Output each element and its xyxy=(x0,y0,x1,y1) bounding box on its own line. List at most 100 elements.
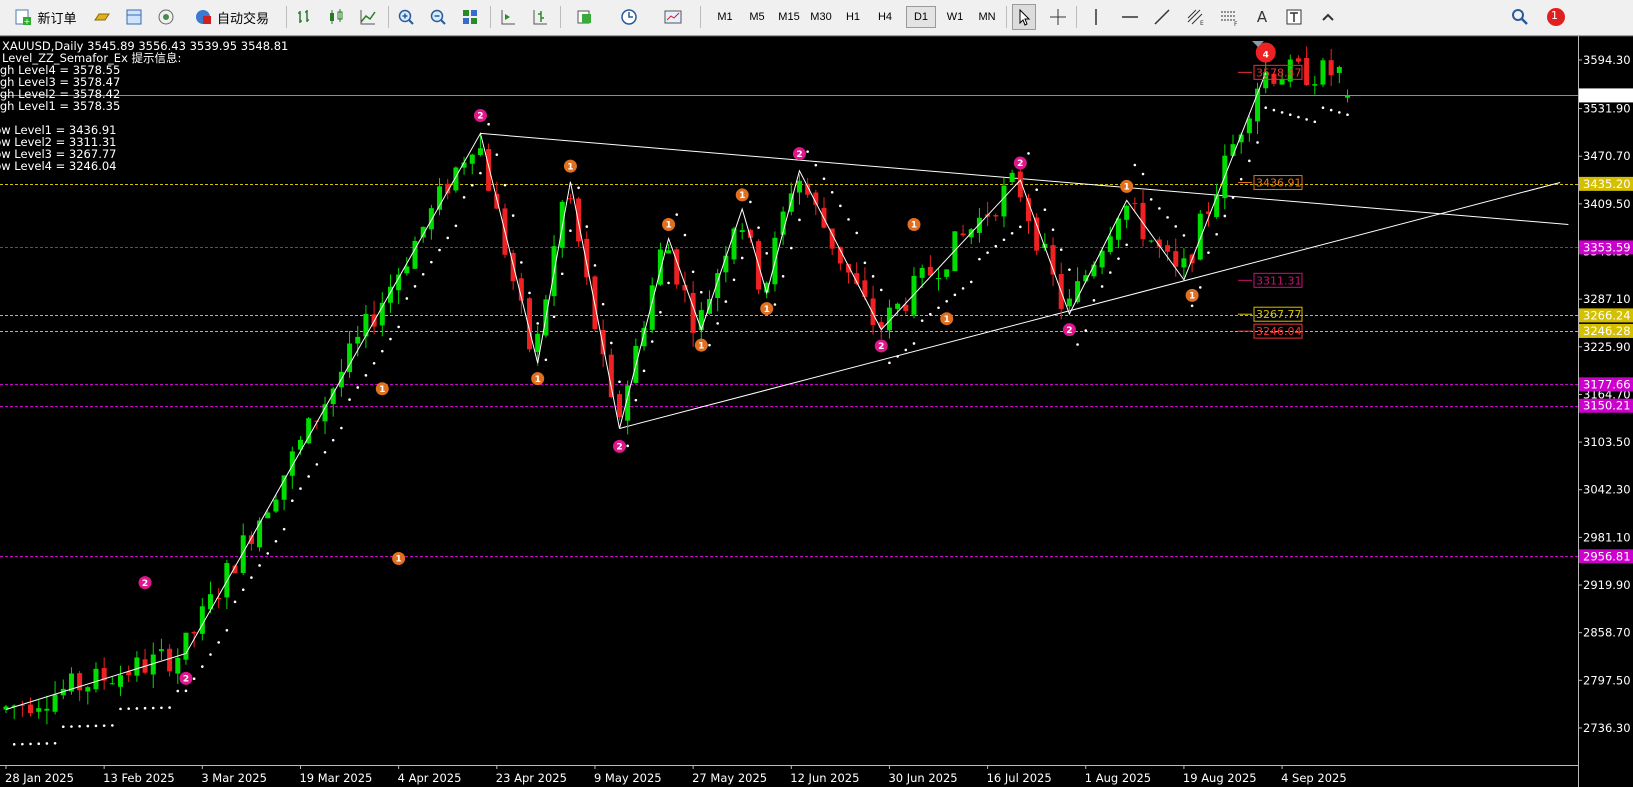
line-chart-icon xyxy=(358,7,378,27)
sar-dot xyxy=(217,641,220,644)
fibonacci-button[interactable]: E xyxy=(1182,4,1208,30)
auto-trade-icon xyxy=(193,7,213,27)
fibonacci-icon: E xyxy=(1185,7,1205,27)
candle-body xyxy=(273,499,279,512)
price-tick-label: 3470.70 xyxy=(1583,149,1631,163)
time-tick-label: 13 Feb 2025 xyxy=(103,771,175,785)
time-tick-label: 19 Mar 2025 xyxy=(299,771,372,785)
sar-dot xyxy=(421,272,425,276)
new-order-button[interactable]: + 新订单 xyxy=(8,4,82,30)
arrows-button[interactable] xyxy=(1314,4,1348,30)
chart-shift-button[interactable] xyxy=(528,4,552,30)
candle-body xyxy=(1214,195,1220,217)
vertical-line-button[interactable] xyxy=(1084,4,1108,30)
price-chart[interactable]: 2 2 2 2 2 2 2 2 1 1 1 1 1 1 1 1 1 1 1 1 4 3578.47 3436.91 3311… xyxy=(0,36,1633,787)
semafor-label: 1 xyxy=(1189,292,1195,302)
candle-body xyxy=(134,657,140,676)
candle-body xyxy=(796,180,802,193)
candle-body xyxy=(1034,217,1040,251)
tile-windows-icon xyxy=(460,7,480,27)
tile-windows-button[interactable] xyxy=(458,4,482,30)
sar-dot xyxy=(560,272,564,276)
time-tick-label: 3 Mar 2025 xyxy=(201,771,267,785)
notification-button[interactable]: 1 xyxy=(1540,4,1570,30)
horizontal-line-button[interactable] xyxy=(1118,4,1142,30)
sar-dot xyxy=(1313,120,1317,124)
timeframe-w1[interactable]: W1 xyxy=(940,6,970,28)
channel-button[interactable]: F xyxy=(1216,4,1242,30)
price-tick-label: 2797.50 xyxy=(1583,673,1631,687)
sar-dot xyxy=(1305,118,1308,121)
svg-text:+: + xyxy=(24,17,31,26)
timeframe-mn[interactable]: MN xyxy=(972,6,1002,28)
sar-dot xyxy=(610,341,613,345)
candle-body xyxy=(175,657,181,674)
level-tag-label: 3267.77 xyxy=(1256,308,1302,321)
timeframe-m30[interactable]: M30 xyxy=(806,6,836,28)
text-button[interactable]: A xyxy=(1250,4,1274,30)
candle-body xyxy=(1124,205,1130,220)
sar-dot xyxy=(495,153,499,156)
search-button[interactable] xyxy=(1508,4,1532,30)
candle-body xyxy=(617,394,622,418)
candle-chart-button[interactable] xyxy=(324,4,348,30)
semafor-label: 2 xyxy=(1017,159,1023,169)
sar-dot xyxy=(1215,233,1218,236)
sar-dot xyxy=(601,302,605,306)
semafor-label: 2 xyxy=(1066,326,1072,336)
sar-dot xyxy=(871,275,875,278)
bar-chart-button[interactable] xyxy=(292,4,316,30)
sar-dot xyxy=(879,288,883,292)
horizontal-line-icon xyxy=(1120,7,1140,27)
candle-body xyxy=(666,250,672,254)
sar-dot xyxy=(806,150,809,153)
candle-body xyxy=(911,275,917,315)
timeframe-d1[interactable]: D1 xyxy=(906,6,936,28)
timeframe-m15[interactable]: M15 xyxy=(774,6,804,28)
candle-body xyxy=(1165,245,1171,252)
sar-dot xyxy=(348,398,351,401)
indicators-button[interactable] xyxy=(568,4,604,30)
toolbar-separator xyxy=(1076,6,1077,28)
sar-dot xyxy=(1149,198,1153,201)
timeframe-m5[interactable]: M5 xyxy=(742,6,772,28)
sar-dot xyxy=(94,724,98,728)
text-label-button[interactable] xyxy=(1282,4,1306,30)
crosshair-button[interactable] xyxy=(1046,4,1070,30)
templates-button[interactable] xyxy=(656,4,692,30)
gold-bar-button[interactable] xyxy=(90,4,114,30)
candle-body xyxy=(657,249,663,285)
sar-dot xyxy=(1166,216,1169,219)
trendline-button[interactable] xyxy=(1150,4,1174,30)
line-chart-button[interactable] xyxy=(356,4,380,30)
timeframe-m1[interactable]: M1 xyxy=(710,6,740,28)
sar-dot xyxy=(258,564,261,567)
candle-body xyxy=(428,208,434,230)
autoscroll-button[interactable] xyxy=(496,4,520,30)
auto-trade-button[interactable]: 自动交易 xyxy=(186,4,276,30)
cursor-button[interactable] xyxy=(1012,4,1036,30)
time-tick-label: 19 Aug 2025 xyxy=(1183,771,1257,785)
zoom-in-button[interactable] xyxy=(394,4,418,30)
sar-dot xyxy=(740,256,744,260)
signal-button[interactable] xyxy=(154,4,178,30)
price-level-badge-label: 2956.81 xyxy=(1583,549,1631,563)
sar-dot xyxy=(1002,238,1006,242)
semafor-label: 1 xyxy=(764,305,770,315)
candle-body xyxy=(469,154,475,164)
sar-dot xyxy=(29,742,32,746)
sar-dot xyxy=(1141,172,1145,176)
sar-dot xyxy=(552,315,556,319)
sar-dot xyxy=(675,213,679,216)
sar-dot xyxy=(487,122,490,126)
sar-dot xyxy=(61,725,65,729)
data-window-button[interactable] xyxy=(122,4,146,30)
timeframe-h4[interactable]: H4 xyxy=(870,6,900,28)
sar-dot xyxy=(953,293,957,297)
time-tick-label: 28 Jan 2025 xyxy=(5,771,74,785)
zoom-out-button[interactable] xyxy=(426,4,450,30)
candle-body xyxy=(1345,95,1351,98)
time-tick-label: 4 Apr 2025 xyxy=(398,771,462,785)
periods-button[interactable] xyxy=(612,4,648,30)
timeframe-h1[interactable]: H1 xyxy=(838,6,868,28)
